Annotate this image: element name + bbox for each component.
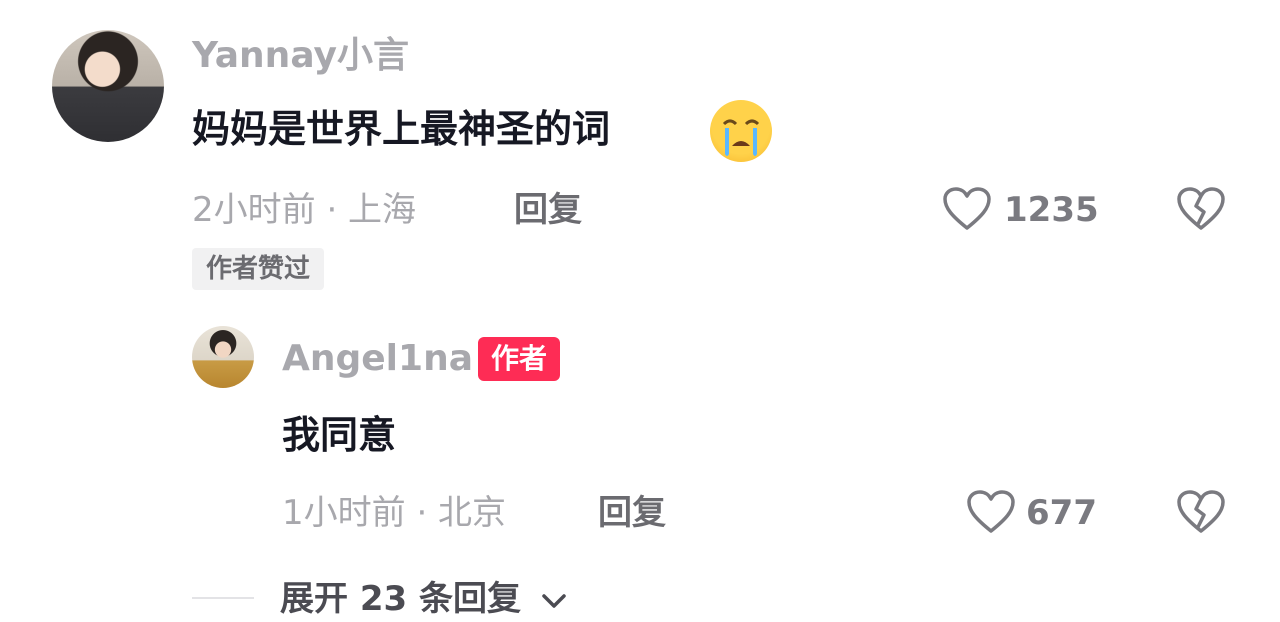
heart-outline-icon[interactable] (942, 186, 992, 232)
comment-time-location: 2小时前 · 上海 (192, 190, 417, 230)
expand-replies-label: 展开 23 条回复 (280, 579, 521, 619)
comment-username[interactable]: Yannay小言 (192, 36, 409, 76)
reply-button[interactable]: 回复 (598, 493, 666, 533)
reply-button[interactable]: 回复 (514, 190, 582, 230)
broken-heart-icon[interactable] (1176, 186, 1226, 232)
chevron-down-icon (541, 592, 567, 610)
heart-outline-icon[interactable] (966, 489, 1016, 535)
divider (192, 597, 254, 599)
comment-text: 妈妈是世界上最神圣的词 (192, 107, 611, 151)
like-count: 1235 (1004, 190, 1099, 230)
avatar[interactable] (192, 326, 254, 388)
author-badge: 作者 (478, 337, 561, 381)
liked-by-author-badge: 作者赞过 (192, 248, 325, 290)
reply-username[interactable]: Angel1na (282, 339, 473, 379)
broken-heart-icon[interactable] (1176, 489, 1226, 535)
avatar[interactable] (52, 30, 164, 142)
reply-text: 我同意 (282, 413, 397, 457)
crying-face-emoji-icon (710, 100, 772, 162)
reply-time-location: 1小时前 · 北京 (282, 493, 507, 533)
like-count: 677 (1026, 493, 1097, 533)
expand-replies-button[interactable]: 展开 23 条回复 (280, 578, 567, 620)
